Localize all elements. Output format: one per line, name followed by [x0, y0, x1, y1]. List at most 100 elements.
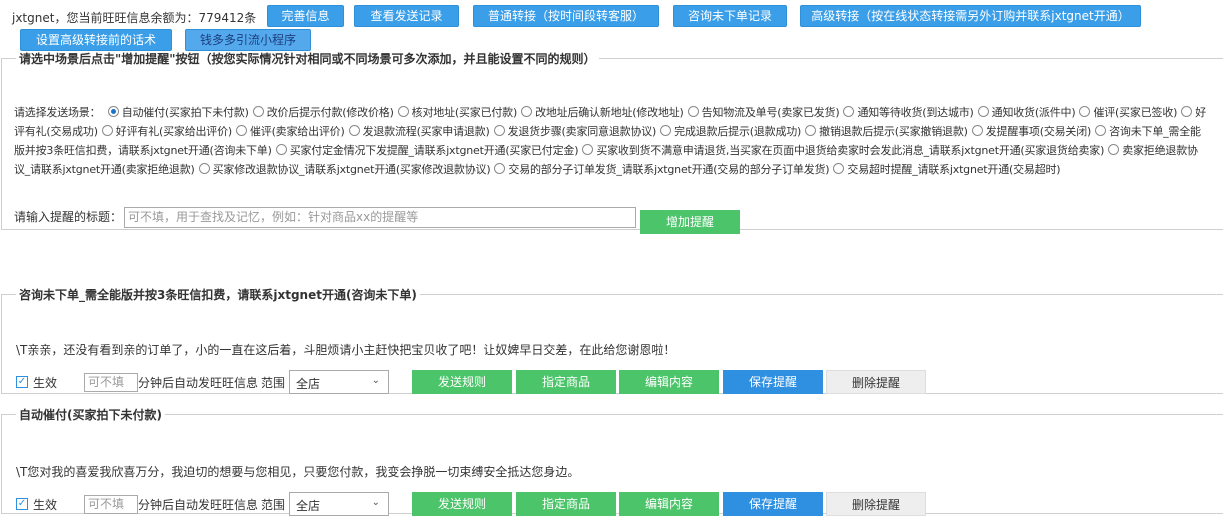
pre-transfer-script-button[interactable]: 设置高级转接前的话术: [20, 29, 172, 51]
scene-option[interactable]: 告知物流及单号(卖家已发货): [684, 106, 840, 119]
specify-products-button[interactable]: 指定商品: [516, 492, 616, 516]
after-minutes-text: 分钟后自动发旺旺信息: [138, 376, 259, 390]
minutes-input[interactable]: 可不填: [84, 373, 138, 392]
scene-option[interactable]: 撤销退款后提示(买家撤销退款): [801, 125, 968, 138]
scene-option[interactable]: 交易的部分子订单发货_请联系jxtgnet开通(交易的部分子订单发货): [490, 163, 830, 176]
scene-options: 请选择发送场景： 自动催付(买家拍下未付款) 改价后提示付款(修改价格) 核对地址(…: [14, 103, 1208, 179]
scene-option[interactable]: 核对地址(买家已付款): [394, 106, 517, 119]
view-send-records-button[interactable]: 查看发送记录: [354, 5, 459, 27]
scene-option[interactable]: 交易超时提醒_请联系jxtgnet开通(交易超时): [829, 163, 1061, 176]
advanced-transfer-button[interactable]: 高级转接（按在线状态转接需另外订购并联系jxtgnet开通）: [800, 5, 1141, 27]
scene-radio[interactable]: [687, 106, 699, 117]
scene-radio[interactable]: [1079, 106, 1091, 117]
chevron-down-icon: ⌄: [371, 375, 380, 386]
send-rule-button[interactable]: 发送规则: [412, 370, 512, 394]
top-bar: jxtgnet，您当前旺旺信息余额为：779412条 完善信息 查看发送记录 普…: [0, 0, 1223, 52]
scene-option-label: 自动催付(买家拍下未付款): [121, 106, 249, 119]
scene-radio[interactable]: [660, 125, 672, 136]
range-label: 范围: [261, 376, 286, 390]
scene-option-label: 发提醒事项(交易关闭): [985, 125, 1092, 138]
scene-option-label: 买家收到货不满意申请退货,当买家在页面中退货给卖家时会发此消息_请联系jxtgn…: [596, 144, 1105, 157]
scene-option-label: 告知物流及单号(卖家已发货): [701, 106, 840, 119]
mini-program-button[interactable]: 钱多多引流小程序: [185, 29, 311, 51]
scene-option-label: 发退货步骤(卖家同意退款协议): [507, 125, 657, 138]
scene-option[interactable]: 发退货步骤(卖家同意退款协议): [490, 125, 657, 138]
scene-option[interactable]: 自动催付(买家拍下未付款): [104, 106, 249, 119]
scene-radio[interactable]: [1181, 106, 1193, 117]
scene-radio[interactable]: [275, 144, 287, 155]
scene-radio[interactable]: [235, 125, 247, 136]
scene-option-label: 买家修改退款协议_请联系jxtgnet开通(买家修改退款协议): [212, 163, 491, 176]
scene-option[interactable]: 完成退款后提示(退款成功): [656, 125, 801, 138]
scene-option[interactable]: 通知收货(派件中): [974, 106, 1076, 119]
scene-option[interactable]: 买家修改退款协议_请联系jxtgnet开通(买家修改退款协议): [195, 163, 491, 176]
balance-label: jxtgnet，您当前旺旺信息余额为：: [12, 11, 199, 25]
scene-radio[interactable]: [252, 106, 264, 117]
rule-message: \T亲亲，还没有看到亲的订单了，小的一直在这后着，斗胆烦请小主赶快把宝贝收了吧！…: [16, 343, 676, 357]
chevron-down-icon: ⌄: [371, 497, 380, 508]
scene-option[interactable]: 改价后提示付款(修改价格): [249, 106, 394, 119]
scene-radio[interactable]: [101, 125, 113, 136]
scene-option-label: 催评(买家已签收): [1093, 106, 1178, 119]
add-reminder-button[interactable]: 增加提醒: [640, 210, 740, 234]
scene-option[interactable]: 改地址后确认新地址(修改地址): [517, 106, 684, 119]
scene-option[interactable]: 催评(买家已签收): [1075, 106, 1177, 119]
scene-radio[interactable]: [397, 106, 409, 117]
scene-option[interactable]: 买家收到货不满意申请退货,当买家在页面中退货给卖家时会发此消息_请联系jxtgn…: [578, 144, 1104, 157]
scene-option[interactable]: 催评(卖家给出评价): [232, 125, 345, 138]
rule-legend: 咨询未下单_需全能版并按3条旺信扣费，请联系jxtgnet开通(咨询未下单): [19, 288, 417, 302]
rule-message: \T您对我的喜爱我欣喜万分，我迫切的想要与您相见，只要您付款，我变会挣脱一切束缚…: [16, 465, 580, 479]
enabled-label: 生效: [33, 376, 58, 390]
inquiry-no-order-records-button[interactable]: 咨询未下单记录: [673, 5, 787, 27]
delete-reminder-button[interactable]: 删除提醒: [826, 492, 926, 516]
enabled-checkbox[interactable]: ✓: [16, 498, 28, 510]
save-reminder-button[interactable]: 保存提醒: [723, 370, 823, 394]
range-value: 全店: [296, 499, 321, 513]
scene-option[interactable]: 通知等待收货(到达城市): [839, 106, 974, 119]
normal-transfer-button[interactable]: 普通转接（按时间段转客服）: [473, 5, 659, 27]
scene-option-label: 催评(卖家给出评价): [249, 125, 345, 138]
scene-radio[interactable]: [833, 163, 845, 174]
scene-radio[interactable]: [521, 106, 533, 117]
scene-radio[interactable]: [971, 125, 983, 136]
scene-option[interactable]: 发提醒事项(交易关闭): [968, 125, 1091, 138]
rule-legend: 自动催付(买家拍下未付款): [19, 408, 162, 422]
edit-content-button[interactable]: 编辑内容: [619, 370, 719, 394]
scene-label: 请选择发送场景：: [14, 106, 101, 119]
scene-option[interactable]: 发退款流程(买家申请退款): [345, 125, 490, 138]
scene-radio[interactable]: [198, 163, 210, 174]
title-input[interactable]: 可不填，用于查找及记忆，例如：针对商品xx的提醒等: [124, 207, 636, 228]
scene-radio[interactable]: [494, 163, 506, 174]
range-value: 全店: [296, 377, 321, 391]
scene-option-label: 买家付定金情况下发提醒_请联系jxtgnet开通(买家已付定金): [289, 144, 579, 157]
scene-radio[interactable]: [805, 125, 817, 136]
delete-reminder-button[interactable]: 删除提醒: [826, 370, 926, 394]
scene-option[interactable]: 买家付定金情况下发提醒_请联系jxtgnet开通(买家已付定金): [272, 144, 579, 157]
scene-option[interactable]: 好评有礼(买家给出评价): [98, 125, 232, 138]
scene-radio[interactable]: [582, 144, 594, 155]
scene-radio[interactable]: [1095, 125, 1107, 136]
rule-panel-payment: 自动催付(买家拍下未付款) \T您对我的喜爱我欣喜万分，我迫切的想要与您相见，只…: [1, 406, 1223, 516]
minutes-input[interactable]: 可不填: [84, 495, 138, 514]
scene-radio[interactable]: [493, 125, 505, 136]
enabled-label: 生效: [33, 498, 58, 512]
scene-radio[interactable]: [977, 106, 989, 117]
send-rule-button[interactable]: 发送规则: [412, 492, 512, 516]
scene-radio[interactable]: [348, 125, 360, 136]
after-minutes-text: 分钟后自动发旺旺信息: [138, 498, 259, 512]
range-select[interactable]: 全店 ⌄: [289, 370, 389, 394]
balance-value: 779412条: [198, 11, 257, 25]
specify-products-button[interactable]: 指定商品: [516, 370, 616, 394]
scene-radio[interactable]: [843, 106, 855, 117]
scene-option-label: 核对地址(买家已付款): [411, 106, 518, 119]
add-reminder-legend: 请选中场景后点击"增加提醒"按钮（按您实际情况针对相同或不同场景可多次添加，并且…: [19, 52, 596, 66]
scene-option-label: 完成退款后提示(退款成功): [674, 125, 802, 138]
save-reminder-button[interactable]: 保存提醒: [723, 492, 823, 516]
scene-radio[interactable]: [1108, 144, 1120, 155]
scene-option-label: 改地址后确认新地址(修改地址): [535, 106, 684, 119]
range-select[interactable]: 全店 ⌄: [289, 492, 389, 516]
complete-info-button[interactable]: 完善信息: [267, 5, 344, 27]
enabled-checkbox[interactable]: ✓: [16, 376, 28, 388]
edit-content-button[interactable]: 编辑内容: [619, 492, 719, 516]
scene-radio[interactable]: [107, 106, 119, 117]
